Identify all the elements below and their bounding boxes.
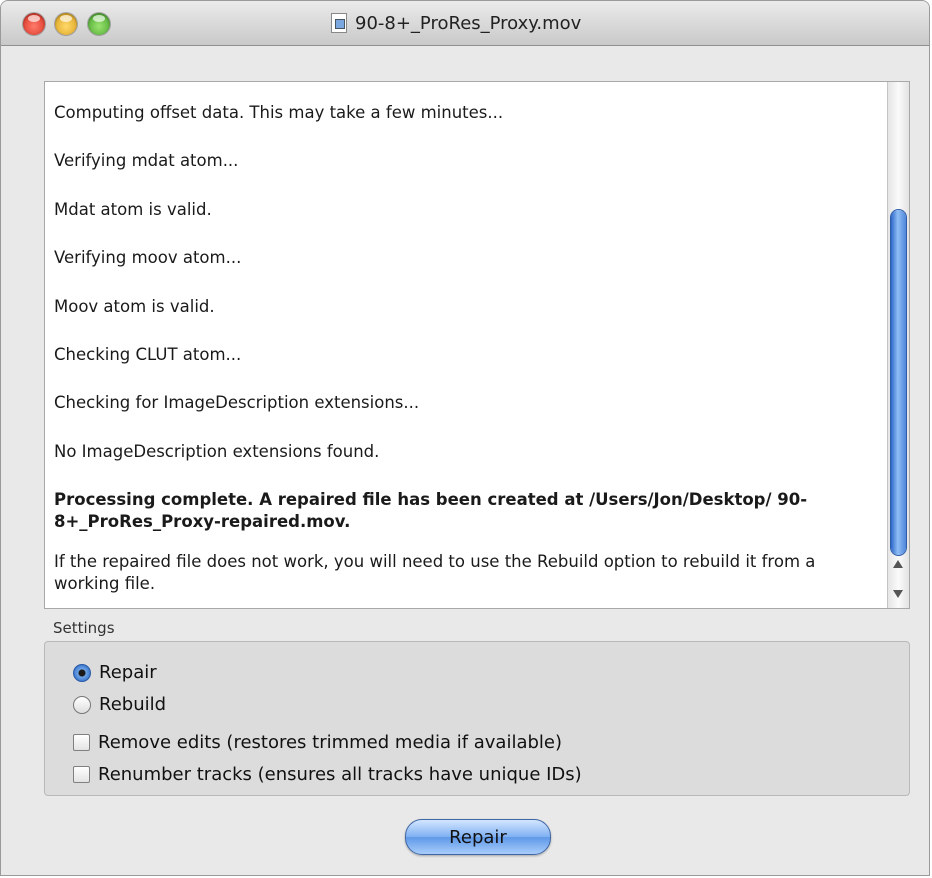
log-line: Verifying mdat atom...: [54, 151, 239, 171]
remove-edits-checkbox[interactable]: [73, 734, 90, 751]
vertical-scrollbar[interactable]: [887, 82, 909, 608]
rebuild-radio-option[interactable]: Rebuild: [73, 694, 166, 715]
rebuild-radio-label: Rebuild: [99, 694, 167, 715]
renumber-tracks-label: Renumber tracks (ensures all tracks have…: [98, 764, 582, 785]
settings-panel: Repair Rebuild Remove edits (restores tr…: [44, 641, 910, 796]
log-line: No ImageDescription extensions found.: [54, 441, 380, 461]
repair-radio-label: Repair: [99, 662, 157, 683]
repair-button[interactable]: Repair: [405, 819, 551, 855]
close-window-icon[interactable]: [23, 13, 45, 35]
document-icon: [331, 13, 347, 33]
window-title: 90-8+_ProRes_Proxy.mov: [355, 12, 582, 34]
scroll-down-arrow-icon[interactable]: [893, 590, 903, 598]
title-bar[interactable]: 90-8+_ProRes_Proxy.mov: [1, 1, 929, 46]
log-line: Verifying moov atom...: [54, 248, 242, 268]
log-line: Checking CLUT atom...: [54, 344, 242, 364]
zoom-window-icon[interactable]: [88, 13, 110, 35]
log-output[interactable]: Computing offset data. This may take a f…: [44, 81, 910, 609]
scrollbar-thumb[interactable]: [891, 210, 906, 555]
log-line-complete: Processing complete. A repaired file has…: [54, 490, 808, 532]
rebuild-radio[interactable]: [73, 695, 91, 714]
log-line: Computing offset data. This may take a f…: [54, 103, 504, 122]
renumber-tracks-option[interactable]: Renumber tracks (ensures all tracks have…: [73, 764, 582, 785]
repair-radio-option[interactable]: Repair: [73, 662, 157, 683]
scroll-up-arrow-icon[interactable]: [893, 560, 903, 568]
remove-edits-label: Remove edits (restores trimmed media if …: [98, 732, 563, 753]
repair-radio[interactable]: [73, 663, 91, 682]
log-line: Checking for ImageDescription extensions…: [54, 393, 420, 413]
log-line: Moov atom is valid.: [54, 296, 215, 316]
remove-edits-option[interactable]: Remove edits (restores trimmed media if …: [73, 732, 562, 753]
minimize-window-icon[interactable]: [55, 13, 77, 35]
app-window: 90-8+_ProRes_Proxy.mov Computing offset …: [0, 0, 930, 876]
window-title-group: 90-8+_ProRes_Proxy.mov: [331, 11, 581, 35]
renumber-tracks-checkbox[interactable]: [73, 766, 90, 783]
log-line: If the repaired file does not work, you …: [54, 552, 816, 594]
log-lines: Computing offset data. This may take a f…: [54, 102, 884, 608]
settings-label: Settings: [53, 619, 115, 637]
log-line: Mdat atom is valid.: [54, 199, 212, 219]
